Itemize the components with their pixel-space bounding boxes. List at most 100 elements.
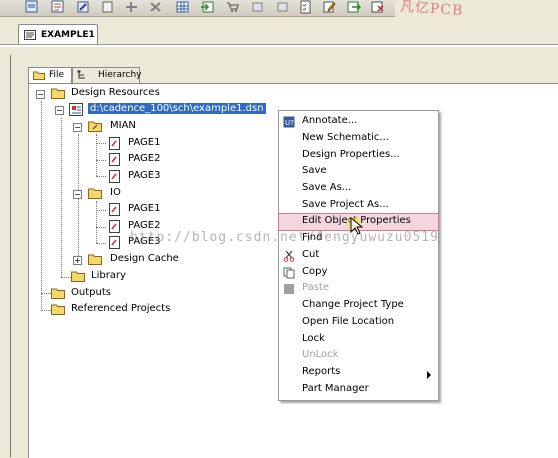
brand-watermark: 凡亿PCB	[399, 0, 464, 20]
document-icon	[24, 30, 36, 40]
menu-item-label: UnLock	[302, 349, 339, 360]
folder-icon	[71, 270, 85, 283]
tree-label: Referenced Projects	[71, 303, 171, 314]
tree-line	[61, 118, 62, 277]
folder-icon	[88, 253, 102, 266]
tree-line	[96, 160, 106, 161]
tree-line	[41, 310, 51, 311]
menu-item-save[interactable]: Save	[279, 164, 438, 180]
menu-item-label: New Schematic...	[302, 132, 389, 143]
export-tool-icon[interactable]	[346, 0, 361, 14]
tree-line	[96, 243, 106, 244]
toolbar	[0, 0, 395, 17]
folder-open-icon	[51, 87, 65, 100]
tab-hierarchy[interactable]: Hierarchy	[72, 67, 142, 83]
collapse-toggle[interactable]: −	[55, 106, 64, 115]
tree-label: Library	[91, 270, 126, 281]
blog-watermark: http://blog.csdn.net/fengyuwuzu0519	[130, 230, 439, 245]
tree-label: Design Cache	[110, 253, 179, 264]
context-menu: U? Annotate... New Schematic... Design P…	[278, 110, 439, 401]
document-frame	[0, 44, 558, 47]
menu-item-change-project-type[interactable]: Change Project Type	[279, 298, 438, 314]
tree-label: MIAN	[110, 120, 136, 131]
menu-item-annotate[interactable]: U? Annotate...	[279, 114, 438, 130]
grid-tool-icon[interactable]	[175, 0, 190, 14]
import-tool-icon[interactable]	[200, 0, 215, 14]
tab-example1[interactable]: EXAMPLE1	[18, 24, 98, 45]
tree-line	[96, 201, 97, 243]
folder-icon	[51, 303, 65, 316]
collapse-toggle[interactable]: −	[36, 90, 45, 99]
menu-item-paste[interactable]: Paste	[279, 281, 438, 297]
menu-item-lock[interactable]: Lock	[279, 332, 438, 348]
tab-file-label: File	[49, 70, 65, 80]
menu-item-copy[interactable]: Copy	[279, 265, 438, 281]
page-icon	[108, 170, 122, 183]
scissors-icon	[283, 250, 295, 262]
menu-item-label: Save As...	[302, 182, 352, 193]
checklist-tool-icon[interactable]	[298, 0, 313, 14]
menu-item-new-schematic[interactable]: New Schematic...	[279, 131, 438, 147]
menu-item-label: Part Manager	[302, 383, 369, 394]
menu-item-label: Lock	[302, 333, 325, 344]
page-icon	[108, 153, 122, 166]
menu-item-label: Copy	[302, 266, 328, 277]
netlist-tool-icon[interactable]	[50, 0, 65, 14]
tool-icon-4[interactable]	[100, 0, 115, 14]
copy-icon	[283, 267, 295, 279]
tree-line	[96, 143, 106, 144]
tab-hierarchy-label: Hierarchy	[98, 70, 142, 80]
tool-icon-6[interactable]	[148, 0, 163, 14]
menu-item-part-manager[interactable]: Part Manager	[279, 382, 438, 398]
tree-label: Outputs	[71, 287, 111, 298]
menu-item-label: Save	[302, 165, 327, 176]
menu-item-reports[interactable]: Reports	[279, 365, 438, 381]
menu-item-label: Save Project As...	[302, 199, 389, 210]
tool-icon-5[interactable]	[124, 0, 139, 14]
tree-label: PAGE3	[128, 170, 161, 181]
menu-item-label: Cut	[302, 249, 320, 260]
hierarchy-icon	[77, 70, 87, 80]
annotate-icon: U?	[283, 116, 295, 128]
folder-icon	[88, 187, 102, 200]
svg-text:U?: U?	[285, 119, 294, 127]
tool-icon-11[interactable]	[275, 0, 290, 14]
menu-item-save-project-as[interactable]: Save Project As...	[279, 198, 438, 214]
schematic-tool-icon[interactable]	[24, 0, 39, 14]
tree-line	[61, 277, 71, 278]
tree-label: PAGE2	[128, 153, 161, 164]
menu-item-label: Change Project Type	[302, 299, 404, 310]
delete-tool-icon[interactable]	[370, 0, 385, 14]
tree-line	[96, 134, 97, 176]
menu-item-label: Annotate...	[302, 115, 358, 126]
tab-title: EXAMPLE1	[41, 30, 95, 40]
collapse-toggle[interactable]: −	[73, 123, 82, 132]
folder-schematic-icon	[88, 120, 102, 133]
menu-item-label: Reports	[302, 366, 341, 377]
tree-line	[96, 210, 106, 211]
page-icon	[108, 236, 122, 249]
tree-label: Design Resources	[71, 87, 160, 98]
edit-tool-icon[interactable]	[322, 0, 337, 14]
menu-item-unlock[interactable]: UnLock	[279, 348, 438, 364]
menu-item-design-properties[interactable]: Design Properties...	[279, 148, 438, 164]
menu-item-cut[interactable]: Cut	[279, 248, 438, 264]
design-file-icon	[69, 103, 83, 116]
tab-file[interactable]: File	[28, 67, 72, 83]
tree-line	[96, 176, 106, 177]
cart-tool-icon[interactable]	[225, 0, 240, 14]
page-icon	[108, 203, 122, 216]
menu-item-label: Open File Location	[302, 316, 395, 327]
collapse-toggle[interactable]: −	[73, 190, 82, 199]
menu-item-label: Design Properties...	[302, 149, 400, 160]
expand-toggle[interactable]: +	[73, 256, 82, 265]
folder-icon	[51, 287, 65, 300]
tree-line	[41, 293, 51, 294]
menu-item-open-file-location[interactable]: Open File Location	[279, 315, 438, 331]
tool-icon-10[interactable]	[250, 0, 265, 14]
tree-label: IO	[110, 187, 121, 198]
menu-item-save-as[interactable]: Save As...	[279, 181, 438, 197]
annotate-tool-icon[interactable]	[76, 0, 91, 14]
folder-icon	[33, 70, 45, 80]
tree-line	[41, 101, 42, 309]
